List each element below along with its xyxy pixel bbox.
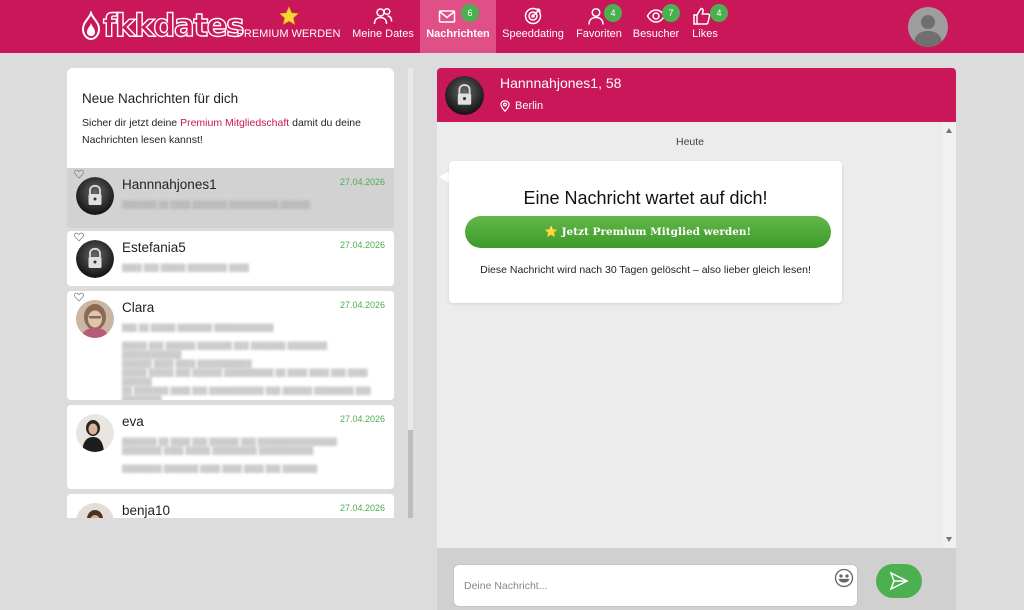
user-photo-icon [76, 414, 114, 452]
thumbs-up-icon [692, 7, 710, 25]
target-icon [524, 7, 542, 25]
location-pin-icon [500, 100, 510, 112]
conversation-name: benja10 [122, 503, 171, 518]
nav-label: Besucher [632, 28, 680, 40]
conversation-item-eva[interactable]: eva 27.04.2026 ███████ ██ ████ ███ █████… [67, 405, 394, 489]
blurred-message-preview: ███████ ██ ████ ███████ ██████████ █████… [122, 202, 311, 209]
heart-icon[interactable] [74, 292, 84, 302]
heart-icon[interactable] [74, 232, 84, 242]
logo[interactable]: fkkdates [80, 7, 245, 44]
send-icon [889, 571, 909, 591]
conversation-date: 27.04.2026 [339, 300, 385, 310]
send-button[interactable] [876, 564, 922, 598]
locked-avatar [76, 240, 114, 278]
deletion-note: Diese Nachricht wird nach 30 Tagen gelös… [480, 264, 811, 276]
profile-avatar[interactable] [908, 7, 948, 47]
nav-likes[interactable]: 4 Likes [688, 0, 728, 53]
scroll-up-arrow-icon[interactable] [946, 128, 952, 133]
day-separator: Heute [675, 136, 705, 148]
nav-nachrichten[interactable]: 6 Nachrichten [420, 0, 496, 53]
conversation-item-estefania5[interactable]: Estefania5 27.04.2026 ████ ███ █████ ███… [67, 231, 394, 286]
nav-besucher[interactable]: 7 Besucher [630, 0, 682, 53]
emoji-icon[interactable] [834, 568, 854, 588]
conversation-name: Hannnahjones1 [122, 177, 217, 192]
chat-header: Hannnahjones1, 58 Berlin [437, 68, 956, 122]
nav-label: Nachrichten [426, 28, 490, 40]
avatar [76, 414, 114, 452]
inbox-intro: Neue Nachrichten für dich Sicher dir jet… [67, 68, 394, 168]
user-silhouette-icon [913, 15, 943, 47]
locked-avatar [76, 177, 114, 215]
nav-badge: 7 [662, 4, 680, 22]
avatar [76, 300, 114, 338]
inbox-title: Neue Nachrichten für dich [82, 91, 239, 106]
lock-icon [76, 240, 114, 278]
locked-message-card: Eine Nachricht wartet auf dich! ⭐ Jetzt … [449, 161, 842, 303]
chat-partner-name[interactable]: Hannnahjones1, 58 [500, 75, 621, 91]
nav-label: Speeddating [502, 28, 564, 40]
user-photo-icon [76, 503, 114, 518]
inbox-description: Sicher dir jetzt deine Premium Mitglieds… [82, 115, 379, 149]
conversation-list-scrollbar[interactable] [408, 68, 413, 518]
heart-icon[interactable] [74, 169, 84, 179]
nav-favoriten[interactable]: 4 Favoriten [572, 0, 626, 53]
inbox-text-before: Sicher dir jetzt deine [82, 117, 181, 129]
users-icon [373, 7, 393, 25]
nav-label: Likes [692, 28, 718, 40]
avatar [76, 503, 114, 518]
nav-badge: 4 [710, 4, 728, 22]
conversation-date: 27.04.2026 [339, 240, 385, 250]
user-icon [588, 7, 605, 25]
mail-icon [439, 10, 456, 23]
nav-label: PREMIUM WERDEN [236, 28, 341, 40]
conversation-date: 27.04.2026 [339, 503, 385, 513]
chat-scrollbar[interactable] [943, 122, 956, 548]
conversation-item-hannnahjones1[interactable]: Hannnahjones1 27.04.2026 ███████ ██ ████… [67, 168, 394, 228]
conversation-name: Clara [122, 300, 155, 315]
top-navigation-bar: fkkdates PREMIUM WERDEN Meine Dates 6 Na… [0, 0, 1024, 53]
blurred-message-preview: ███████ ██ ████ ███ ██████ ███ █████████… [122, 439, 338, 473]
message-composer [437, 548, 956, 610]
premium-cta-button[interactable]: ⭐ Jetzt Premium Mitglied werden! [465, 216, 831, 248]
nav-meine-dates[interactable]: Meine Dates [349, 0, 417, 53]
star-icon [278, 6, 299, 25]
blurred-message-preview: ███ ██ █████ ███████ ████████████ █████ █… [122, 325, 371, 400]
conversation-item-clara[interactable]: Clara 27.04.2026 ███ ██ █████ ███████ ██… [67, 291, 394, 400]
premium-membership-link[interactable]: Premium Mitgliedschaft [180, 117, 289, 129]
nav-speeddating[interactable]: Speeddating [500, 0, 566, 53]
location-text: Berlin [515, 100, 544, 112]
user-photo-icon [76, 300, 114, 338]
conversation-date: 27.04.2026 [339, 414, 385, 424]
chat-partner-location: Berlin [500, 100, 543, 112]
conversation-list-panel: Neue Nachrichten für dich Sicher dir jet… [67, 68, 394, 518]
nav-badge: 6 [461, 4, 479, 22]
scrollbar-thumb[interactable] [408, 430, 413, 518]
lock-icon [76, 177, 114, 215]
conversation-name: Estefania5 [122, 240, 186, 255]
logo-text: fkkdates [102, 7, 245, 44]
nav-badge: 4 [604, 4, 622, 22]
conversation-name: eva [122, 414, 144, 429]
chat-panel: Hannnahjones1, 58 Berlin Heute Eine Nach… [437, 68, 956, 610]
locked-message-title: Eine Nachricht wartet auf dich! [523, 188, 768, 208]
message-input[interactable] [453, 564, 858, 607]
conversation-item-benja10[interactable]: benja10 27.04.2026 [67, 494, 394, 518]
nav-premium-werden[interactable]: PREMIUM WERDEN [233, 0, 344, 53]
nav-label: Meine Dates [352, 28, 414, 40]
chat-partner-avatar[interactable] [445, 76, 484, 115]
conversation-date: 27.04.2026 [339, 177, 385, 187]
nav-label: Favoriten [576, 28, 622, 40]
scroll-down-arrow-icon[interactable] [946, 537, 952, 542]
blurred-message-preview: ████ ███ █████ ████████ ████ [122, 265, 249, 272]
flame-logo-icon [81, 11, 101, 41]
lock-icon [445, 76, 484, 115]
